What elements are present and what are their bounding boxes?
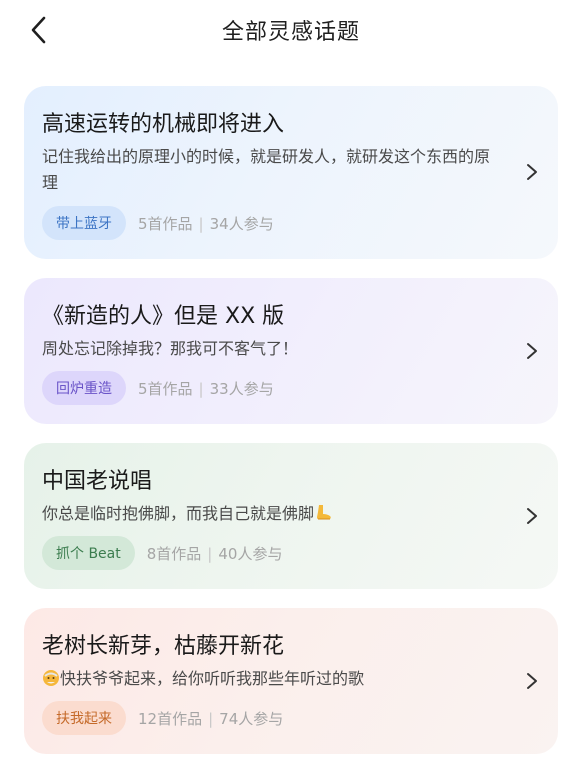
topic-stats: 5首作品 | 33人参与 [138, 378, 274, 399]
participants-count: 40人参与 [218, 544, 283, 563]
topic-meta: 抓个 Beat 8首作品 | 40人参与 [42, 536, 282, 570]
separator: | [198, 379, 204, 398]
header: 全部灵感话题 [0, 0, 582, 60]
topic-stats: 12首作品 | 74人参与 [138, 708, 283, 729]
topic-description: 快扶爷爷起来，给你听听我那些年听过的歌 [42, 666, 492, 692]
topic-title: 中国老说唱 [42, 469, 153, 494]
topic-title: 高速运转的机械即将进入 [42, 112, 285, 137]
topic-meta: 带上蓝牙 5首作品 | 34人参与 [42, 206, 274, 240]
topic-meta: 回炉重造 5首作品 | 33人参与 [42, 371, 274, 405]
separator: | [208, 709, 214, 728]
topic-tag[interactable]: 抓个 Beat [42, 536, 135, 570]
topic-tag[interactable]: 回炉重造 [42, 371, 126, 405]
topic-description: 记住我给出的原理小的时候，就是研发人，就研发这个东西的原理 [42, 147, 491, 192]
separator: | [198, 214, 204, 233]
topic-meta: 扶我起来 12首作品 | 74人参与 [42, 701, 283, 735]
topic-title: 《新造的人》但是 XX 版 [42, 304, 285, 329]
topic-card[interactable]: 《新造的人》但是 XX 版 周处忘记除掉我？那我可不客气了！ 回炉重造 5首作品… [24, 278, 558, 424]
description-text: 你总是临时抱佛脚，而我自己就是佛脚 [42, 504, 315, 523]
participants-count: 34人参与 [209, 214, 274, 233]
chevron-right-icon [527, 508, 537, 524]
topic-title: 老树长新芽，枯藤开新花 [42, 634, 285, 659]
chevron-right-icon [527, 164, 537, 180]
topic-card[interactable]: 高速运转的机械即将进入 记住我给出的原理小的时候，就是研发人，就研发这个东西的原… [24, 86, 558, 259]
topic-card[interactable]: 老树长新芽，枯藤开新花 快扶爷爷起来，给你听听我那些年听过的歌 扶我起来 12首… [24, 608, 558, 754]
topic-stats: 8首作品 | 40人参与 [147, 543, 283, 564]
works-count: 12首作品 [138, 709, 203, 728]
participants-count: 33人参与 [209, 379, 274, 398]
topic-tag[interactable]: 带上蓝牙 [42, 206, 126, 240]
topic-description: 你总是临时抱佛脚，而我自己就是佛脚 [42, 501, 492, 527]
chevron-right-icon [527, 673, 537, 689]
foot-emoji-icon [317, 505, 331, 520]
topic-card[interactable]: 中国老说唱 你总是临时抱佛脚，而我自己就是佛脚 抓个 Beat 8首作品 | 40人… [24, 443, 558, 589]
topic-tag[interactable]: 扶我起来 [42, 701, 126, 735]
topic-stats: 5首作品 | 34人参与 [138, 213, 274, 234]
chevron-right-icon [527, 343, 537, 359]
separator: | [207, 544, 213, 563]
old-man-emoji-icon [43, 670, 59, 686]
participants-count: 74人参与 [219, 709, 284, 728]
works-count: 8首作品 [146, 544, 202, 563]
description-text: 快扶爷爷起来，给你听听我那些年听过的歌 [60, 669, 365, 688]
page-title: 全部灵感话题 [221, 20, 360, 45]
works-count: 5首作品 [138, 214, 193, 233]
works-count: 5首作品 [138, 379, 193, 398]
topic-description: 周处忘记除掉我？那我可不客气了！ [42, 339, 299, 358]
